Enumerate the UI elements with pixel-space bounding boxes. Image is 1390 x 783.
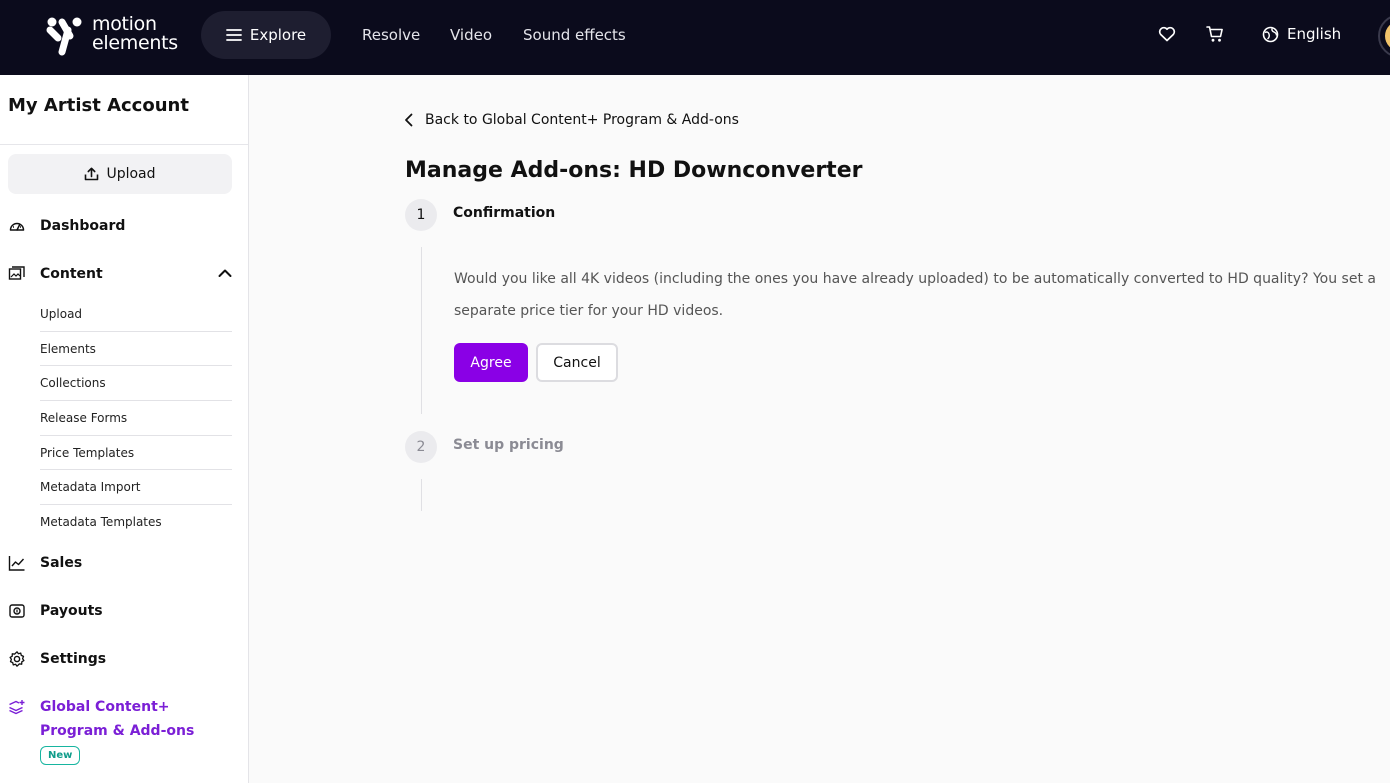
submenu-item-metadata-templates[interactable]: Metadata Templates: [40, 505, 232, 540]
page-title: Manage Add-ons: HD Downconverter: [405, 158, 863, 183]
step-number-1: 1: [405, 199, 437, 231]
upload-icon: [85, 167, 99, 181]
sidebar-item-global-content-plus[interactable]: Global Content+ Program & Add-ons: [8, 695, 220, 743]
new-badge: New: [40, 746, 81, 765]
step-connector-line: [421, 247, 422, 414]
back-link-label: Back to Global Content+ Program & Add-on…: [425, 112, 739, 128]
motion-elements-logo[interactable]: motion elements: [46, 14, 178, 58]
content-submenu: Upload Elements Collections Release Form…: [40, 297, 232, 540]
heart-icon[interactable]: [1157, 24, 1177, 44]
dashboard-icon: [9, 222, 25, 231]
menu-icon: [225, 29, 242, 41]
sidebar-item-dashboard[interactable]: Dashboard: [8, 214, 125, 238]
cancel-button[interactable]: Cancel: [536, 343, 618, 382]
avatar[interactable]: [1378, 14, 1390, 58]
sidebar-item-label: Dashboard: [40, 218, 126, 234]
nav-link-video[interactable]: Video: [450, 25, 492, 45]
sidebar-item-sales[interactable]: Sales: [8, 551, 82, 575]
logo-text: motion elements: [92, 13, 178, 54]
top-navigation-bar: motion elements Explore Resolve Video So…: [0, 0, 1390, 75]
language-selector[interactable]: English: [1262, 24, 1341, 44]
logo-mark-icon: [46, 17, 82, 56]
sidebar-item-label: Global Content+ Program & Add-ons: [40, 699, 195, 739]
nav-link-resolve[interactable]: Resolve: [362, 25, 420, 45]
submenu-item-collections[interactable]: Collections: [40, 366, 232, 402]
sidebar-divider: [0, 144, 248, 145]
cart-icon[interactable]: [1205, 24, 1225, 44]
sidebar-item-payouts[interactable]: Payouts: [8, 599, 103, 623]
sidebar-item-label: Settings: [40, 651, 107, 667]
language-label: English: [1287, 25, 1342, 43]
sales-chart-icon: [8, 556, 25, 571]
sidebar-item-content[interactable]: Content: [8, 262, 103, 286]
submenu-item-price-templates[interactable]: Price Templates: [40, 436, 232, 471]
sidebar-item-label: Content: [40, 266, 103, 282]
content-icon: [8, 266, 25, 280]
step-number-2: 2: [405, 431, 437, 463]
back-link[interactable]: Back to Global Content+ Program & Add-on…: [403, 112, 739, 128]
globe-icon: [1262, 26, 1279, 42]
explore-label: Explore: [249, 26, 307, 44]
submenu-item-elements[interactable]: Elements: [40, 332, 232, 367]
step-description: Would you like all 4K videos (including …: [454, 271, 1376, 319]
upload-button[interactable]: Upload: [8, 154, 232, 194]
payouts-icon: [9, 604, 25, 618]
step-label-confirmation: Confirmation: [453, 205, 556, 221]
agree-button[interactable]: Agree: [454, 343, 528, 382]
submenu-item-upload[interactable]: Upload: [40, 297, 232, 332]
step-connector-line: [421, 479, 422, 511]
explore-button[interactable]: Explore: [201, 11, 331, 59]
chevron-up-icon[interactable]: [218, 268, 232, 278]
gear-icon: [9, 651, 25, 667]
submenu-item-release-forms[interactable]: Release Forms: [40, 401, 232, 436]
layers-plus-icon: [9, 700, 25, 715]
chevron-left-icon: [405, 113, 413, 127]
submenu-item-metadata-import[interactable]: Metadata Import: [40, 470, 232, 506]
sidebar-item-label: Payouts: [40, 603, 103, 619]
nav-link-sound-effects[interactable]: Sound effects: [523, 25, 626, 45]
sidebar-item-settings[interactable]: Settings: [8, 647, 106, 671]
sidebar-item-label: Sales: [40, 555, 83, 571]
upload-label: Upload: [106, 166, 156, 182]
sidebar-title: My Artist Account: [8, 95, 189, 116]
sidebar: My Artist Account Upload Dashboard Conte…: [0, 75, 249, 783]
step-label-set-up-pricing: Set up pricing: [453, 437, 564, 453]
